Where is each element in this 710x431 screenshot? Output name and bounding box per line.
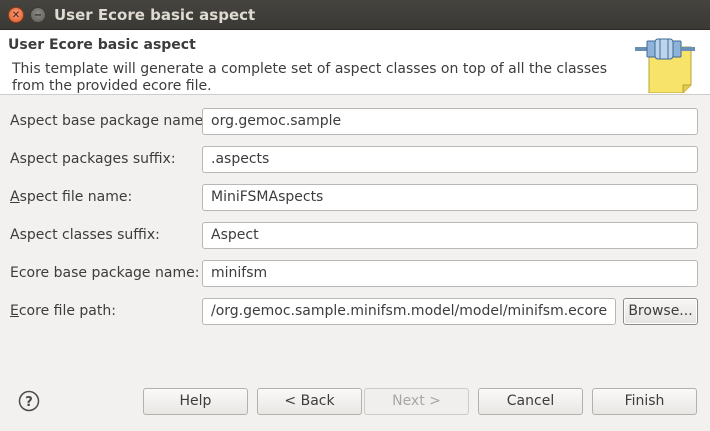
aspect-packages-suffix-input[interactable]: .aspects <box>202 146 698 173</box>
row-aspect-file-name: Aspect file name: MiniFSMAspects <box>0 184 710 212</box>
finish-button[interactable]: Finish <box>592 388 697 415</box>
ecore-file-path-mnemonic: E <box>10 303 19 319</box>
row-aspect-base-package: Aspect base package name: org.gemoc.samp… <box>0 108 710 136</box>
row-ecore-base-package: Ecore base package name: minifsm <box>0 260 710 288</box>
ecore-base-package-label: Ecore base package name: <box>10 265 200 281</box>
aspect-base-package-input[interactable]: org.gemoc.sample <box>202 108 698 135</box>
wizard-plug-icon <box>635 38 695 93</box>
aspect-base-package-label: Aspect base package name: <box>10 113 208 129</box>
banner-description: This template will generate a complete s… <box>12 61 608 94</box>
browse-button[interactable]: Browse... <box>623 298 698 325</box>
aspect-file-name-mnemonic: A <box>10 189 20 205</box>
row-aspect-classes-suffix: Aspect classes suffix: Aspect <box>0 222 710 250</box>
wizard-banner: User Ecore basic aspect This template wi… <box>0 30 710 95</box>
cancel-button[interactable]: Cancel <box>478 388 583 415</box>
ecore-base-package-input[interactable]: minifsm <box>202 260 698 287</box>
row-ecore-file-path: Ecore file path: /org.gemoc.sample.minif… <box>0 298 710 326</box>
help-button[interactable]: Help <box>143 388 248 415</box>
aspect-file-name-label-text: spect file name: <box>19 189 133 205</box>
aspect-classes-suffix-label: Aspect classes suffix: <box>10 227 160 243</box>
help-icon[interactable]: ? <box>18 390 40 412</box>
title-bar: ✕ − User Ecore basic aspect <box>0 0 710 30</box>
aspect-file-name-label: Aspect file name: <box>10 189 132 205</box>
row-aspect-packages-suffix: Aspect packages suffix: .aspects <box>0 146 710 174</box>
minimize-icon[interactable]: − <box>30 7 46 23</box>
aspect-packages-suffix-label: Aspect packages suffix: <box>10 151 176 167</box>
ecore-file-path-label-text: core file path: <box>18 303 116 319</box>
banner-title: User Ecore basic aspect <box>8 37 196 53</box>
ecore-file-path-label: Ecore file path: <box>10 303 116 319</box>
aspect-classes-suffix-input[interactable]: Aspect <box>202 222 698 249</box>
svg-text:?: ? <box>25 395 33 410</box>
window-title: User Ecore basic aspect <box>54 6 256 24</box>
close-icon[interactable]: ✕ <box>8 7 24 23</box>
aspect-file-name-input[interactable]: MiniFSMAspects <box>202 184 698 211</box>
back-button[interactable]: < Back <box>257 388 362 415</box>
next-button[interactable]: Next > <box>364 388 469 415</box>
ecore-file-path-input[interactable]: /org.gemoc.sample.minifsm.model/model/mi… <box>202 298 616 325</box>
